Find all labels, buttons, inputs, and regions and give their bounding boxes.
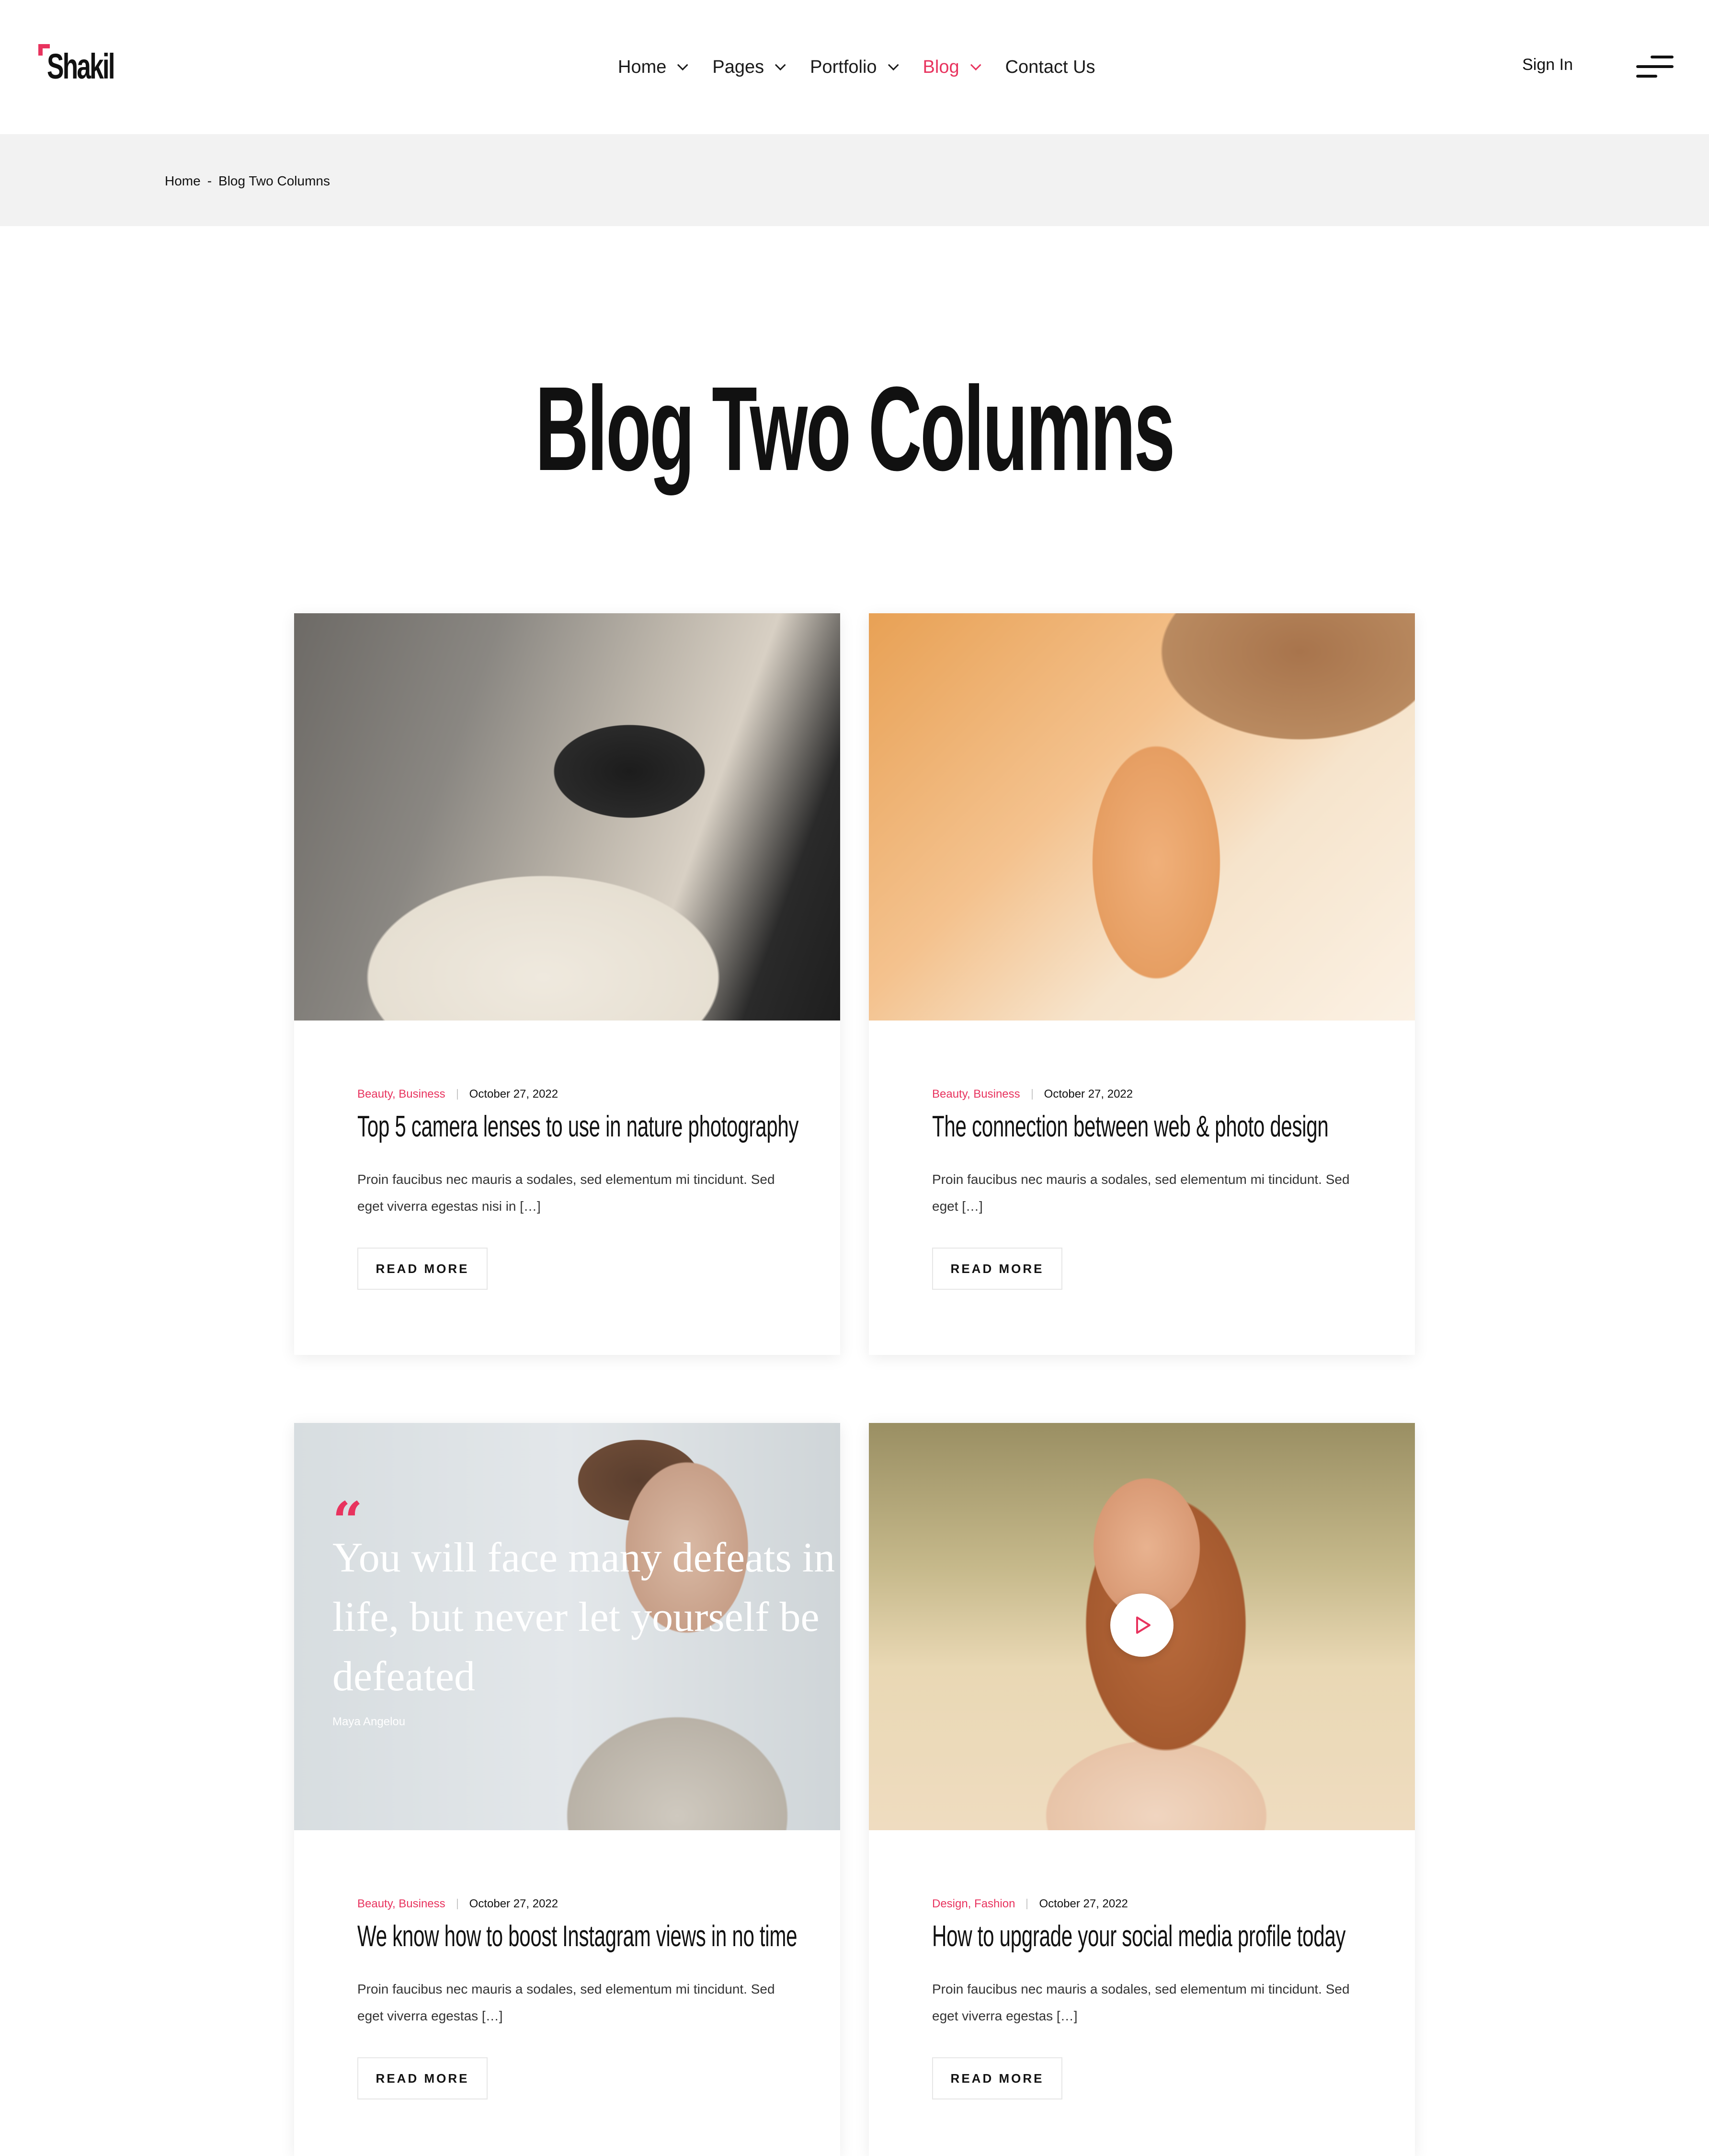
chevron-down-icon — [970, 59, 981, 71]
post-excerpt: Proin faucibus nec mauris a sodales, sed… — [932, 1982, 1350, 2023]
chevron-down-icon — [888, 59, 899, 71]
post-video-thumbnail[interactable] — [869, 1423, 1415, 1830]
post-date[interactable]: October 27, 2022 — [469, 1897, 558, 1911]
breadcrumb-current: Blog Two Columns — [218, 173, 330, 188]
post-meta: Design, Fashion October 27, 2022 — [932, 1897, 1128, 1911]
post-card: Beauty, Business October 27, 2022 Top 5 … — [294, 613, 840, 1355]
meta-divider — [1031, 1089, 1033, 1100]
nav-item-contact-us[interactable]: Contact Us — [1005, 53, 1095, 81]
page-title-text: Blog Two Columns — [535, 362, 1175, 495]
post-categories[interactable]: Beauty, Business — [932, 1088, 1020, 1101]
post-image[interactable] — [869, 613, 1415, 1021]
post-excerpt: Proin faucibus nec mauris a sodales, sed… — [357, 1172, 775, 1214]
post-categories[interactable]: Design, Fashion — [932, 1897, 1015, 1911]
breadcrumb-separator: - — [207, 173, 212, 188]
nav-item-home[interactable]: Home — [618, 53, 688, 81]
post-image[interactable] — [294, 613, 840, 1021]
breadcrumb: Home - Blog Two Columns — [165, 173, 330, 189]
post-meta: Beauty, Business October 27, 2022 — [357, 1088, 558, 1101]
post-categories[interactable]: Beauty, Business — [357, 1897, 445, 1911]
post-categories[interactable]: Beauty, Business — [357, 1088, 445, 1101]
quote-text: You will face many defeats in life, but … — [332, 1535, 835, 1700]
post-meta: Beauty, Business October 27, 2022 — [357, 1897, 558, 1911]
chevron-down-icon — [677, 59, 688, 71]
nav-label: Pages — [712, 57, 764, 77]
site-header: Shakil Home Pages Portfolio Blog Contact… — [0, 0, 1709, 134]
hamburger-icon[interactable] — [1636, 53, 1674, 81]
sign-in-link[interactable]: Sign In — [1522, 56, 1573, 74]
site-logo[interactable]: Shakil — [38, 44, 129, 92]
meta-divider — [456, 1899, 458, 1909]
nav-item-blog[interactable]: Blog — [923, 53, 981, 81]
post-date[interactable]: October 27, 2022 — [469, 1088, 558, 1101]
read-more-button[interactable]: READ MORE — [932, 2057, 1062, 2099]
post-title[interactable]: The connection between web & photo desig… — [932, 1110, 1329, 1144]
post-date[interactable]: October 27, 2022 — [1039, 1897, 1128, 1911]
post-title[interactable]: How to upgrade your social media profile… — [932, 1919, 1346, 1953]
chevron-down-icon — [775, 59, 786, 71]
post-card: “ You will face many defeats in life, bu… — [294, 1423, 840, 2156]
meta-divider — [1026, 1899, 1028, 1909]
quote-author: Maya Angelou — [332, 1715, 406, 1728]
logo-text: Shakil — [47, 46, 115, 86]
play-button[interactable] — [1110, 1594, 1174, 1657]
breadcrumb-bar: Home - Blog Two Columns — [0, 134, 1709, 226]
post-meta: Beauty, Business October 27, 2022 — [932, 1088, 1133, 1101]
nav-item-portfolio[interactable]: Portfolio — [810, 53, 899, 81]
post-excerpt: Proin faucibus nec mauris a sodales, sed… — [357, 1982, 775, 2023]
play-icon — [1136, 1617, 1151, 1634]
post-card: Beauty, Business October 27, 2022 The co… — [869, 613, 1415, 1355]
post-card: Design, Fashion October 27, 2022 How to … — [869, 1423, 1415, 2156]
post-title[interactable]: Top 5 camera lenses to use in nature pho… — [357, 1110, 799, 1144]
breadcrumb-home-link[interactable]: Home — [165, 173, 201, 189]
main-nav: Home Pages Portfolio Blog Contact Us — [618, 53, 1123, 81]
post-date[interactable]: October 27, 2022 — [1044, 1088, 1133, 1101]
page-title: Blog Two Columns — [0, 369, 1709, 489]
nav-label: Contact Us — [1005, 57, 1095, 77]
meta-divider — [456, 1089, 458, 1100]
post-title[interactable]: We know how to boost Instagram views in … — [357, 1919, 798, 1953]
nav-label: Portfolio — [810, 57, 877, 77]
read-more-button[interactable]: READ MORE — [357, 2057, 488, 2099]
nav-item-pages[interactable]: Pages — [712, 53, 786, 81]
read-more-button[interactable]: READ MORE — [357, 1248, 488, 1290]
post-excerpt: Proin faucibus nec mauris a sodales, sed… — [932, 1172, 1350, 1214]
nav-label: Blog — [923, 57, 959, 77]
read-more-button[interactable]: READ MORE — [932, 1248, 1062, 1290]
nav-label: Home — [618, 57, 667, 77]
post-image[interactable]: “ You will face many defeats in life, bu… — [294, 1423, 840, 1830]
